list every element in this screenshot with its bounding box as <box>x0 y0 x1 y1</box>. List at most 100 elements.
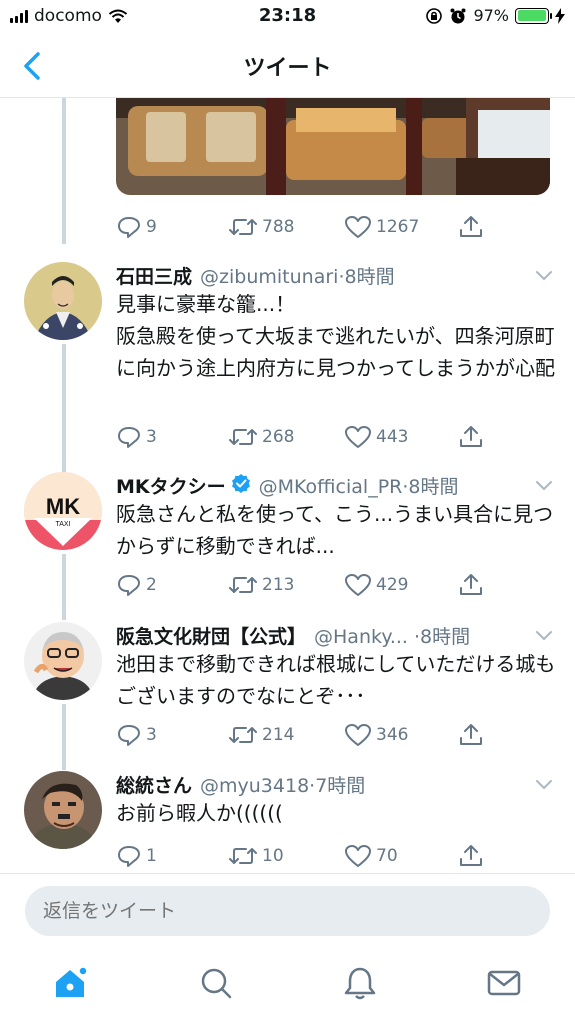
author-handle[interactable]: @zibumitunari <box>200 266 338 288</box>
retweet-count: 788 <box>262 217 295 237</box>
retweet-button[interactable]: 214 <box>228 720 294 750</box>
retweet-icon <box>229 219 257 235</box>
tab-messages[interactable] <box>486 965 522 1001</box>
search-icon <box>201 968 232 999</box>
retweet-button[interactable]: 10 <box>228 841 284 871</box>
retweet-icon <box>229 429 257 445</box>
reply-button[interactable]: 2 <box>116 570 157 600</box>
chevron-down-icon[interactable] <box>535 779 553 791</box>
mk-logo-subtext: TAXI <box>55 521 70 528</box>
bell-icon <box>344 967 376 1000</box>
reply-icon <box>118 217 140 238</box>
share-button[interactable] <box>458 720 484 750</box>
retweet-button[interactable]: 788 <box>228 212 294 242</box>
like-button[interactable]: 443 <box>344 422 408 452</box>
reply-icon <box>118 725 140 746</box>
chevron-down-icon[interactable] <box>535 480 553 492</box>
reply-icon <box>118 427 140 448</box>
like-count: 70 <box>376 846 398 866</box>
tweet-header: 阪急文化財団【公式】 @Hanky... · 8時間 <box>116 622 555 649</box>
tweet-time: 8時間 <box>344 266 395 288</box>
author-handle[interactable]: @Hanky... <box>314 626 408 648</box>
tweet-actions: 3 214 346 <box>116 720 536 750</box>
tweet-text: 阪急さんと私を使って、こう...うまい具合に見つからずに移動できれば... <box>116 502 554 558</box>
tab-search[interactable] <box>198 965 234 1001</box>
retweet-count: 268 <box>262 427 295 447</box>
tweet-media-image[interactable] <box>116 98 550 195</box>
reply-button[interactable]: 1 <box>116 841 157 871</box>
reply-count: 1 <box>146 846 157 866</box>
reply-count: 3 <box>146 725 157 745</box>
share-icon <box>460 574 482 595</box>
share-button[interactable] <box>458 570 484 600</box>
tweet-text: 池田まで移動できれば根城にしていただける城もございますのでなにとぞ･･･ <box>116 652 556 708</box>
retweet-button[interactable]: 213 <box>228 570 294 600</box>
avatar[interactable] <box>24 622 102 700</box>
tab-home[interactable] <box>52 965 88 1001</box>
share-button[interactable] <box>458 841 484 871</box>
heart-icon <box>345 426 371 448</box>
heart-icon <box>345 845 371 867</box>
reply-count: 3 <box>146 427 157 447</box>
retweet-icon <box>229 577 257 593</box>
like-button[interactable]: 346 <box>344 720 408 750</box>
reply-button[interactable]: 9 <box>116 212 157 242</box>
share-button[interactable] <box>458 212 484 242</box>
mk-logo-icon: MK TAXI <box>24 472 102 550</box>
thread-connector <box>62 704 66 770</box>
author-name[interactable]: MKタクシー <box>116 472 226 499</box>
avatar[interactable]: MK TAXI <box>24 472 102 550</box>
share-icon <box>460 724 482 745</box>
like-button[interactable]: 1267 <box>344 212 419 242</box>
tweet-header: 石田三成 @zibumitunari · 8時間 <box>116 262 555 289</box>
avatar[interactable] <box>24 771 102 849</box>
reply-button[interactable]: 3 <box>116 422 157 452</box>
retweet-icon <box>229 727 257 743</box>
tab-bar <box>0 943 575 1024</box>
thread-connector <box>62 344 66 472</box>
navigation-bar: ツイート <box>0 34 575 98</box>
tweet-header: 総統さん @myu3418 · 7時間 <box>116 771 555 798</box>
chevron-down-icon[interactable] <box>535 270 553 282</box>
retweet-icon <box>229 848 257 864</box>
heart-icon <box>345 724 371 746</box>
author-name[interactable]: 阪急文化財団【公式】 <box>116 622 306 649</box>
chevron-down-icon[interactable] <box>535 630 553 642</box>
retweet-button[interactable]: 268 <box>228 422 294 452</box>
like-button[interactable]: 70 <box>344 841 398 871</box>
reply-count: 2 <box>146 575 157 595</box>
author-handle[interactable]: @myu3418 <box>200 775 309 797</box>
reply-icon <box>118 575 140 596</box>
share-icon <box>460 216 482 237</box>
reply-bar <box>0 873 575 943</box>
mk-logo-text: MK <box>46 494 80 519</box>
page-title: ツイート <box>243 56 332 81</box>
reply-button[interactable]: 3 <box>116 720 157 750</box>
retweet-count: 214 <box>262 725 295 745</box>
retweet-count: 213 <box>262 575 295 595</box>
tweet-text: お前ら暇人か(((((( <box>116 801 283 825</box>
tab-notifications[interactable] <box>342 965 378 1001</box>
author-name[interactable]: 総統さん <box>116 771 192 798</box>
charging-icon <box>555 7 565 24</box>
reply-count: 9 <box>146 217 157 237</box>
like-count: 346 <box>376 725 409 745</box>
tweet-time: 8時間 <box>408 476 459 498</box>
verified-badge-icon <box>231 474 250 493</box>
reply-input[interactable] <box>25 886 550 936</box>
share-icon <box>460 426 482 447</box>
tweet-time: 8時間 <box>420 626 471 648</box>
alarm-icon <box>450 8 466 23</box>
battery-icon <box>515 7 552 24</box>
like-count: 429 <box>376 575 409 595</box>
avatar[interactable] <box>24 262 102 340</box>
like-count: 443 <box>376 427 409 447</box>
like-button[interactable]: 429 <box>344 570 408 600</box>
author-handle[interactable]: @MKofficial_PR <box>259 476 403 498</box>
author-name[interactable]: 石田三成 <box>116 262 192 289</box>
like-count: 1267 <box>376 217 420 237</box>
tweet-text: 見事に豪華な籠...！ 阪急殿を使って大坂まで逃れたいが、四条河原町に向かう途上… <box>116 292 555 380</box>
tweet-actions: 1 10 70 <box>116 841 536 871</box>
share-button[interactable] <box>458 422 484 452</box>
tweet-thread[interactable]: 9 788 1267 石田三成 @zibumitunari · 8時間 見事に豪… <box>0 98 575 873</box>
